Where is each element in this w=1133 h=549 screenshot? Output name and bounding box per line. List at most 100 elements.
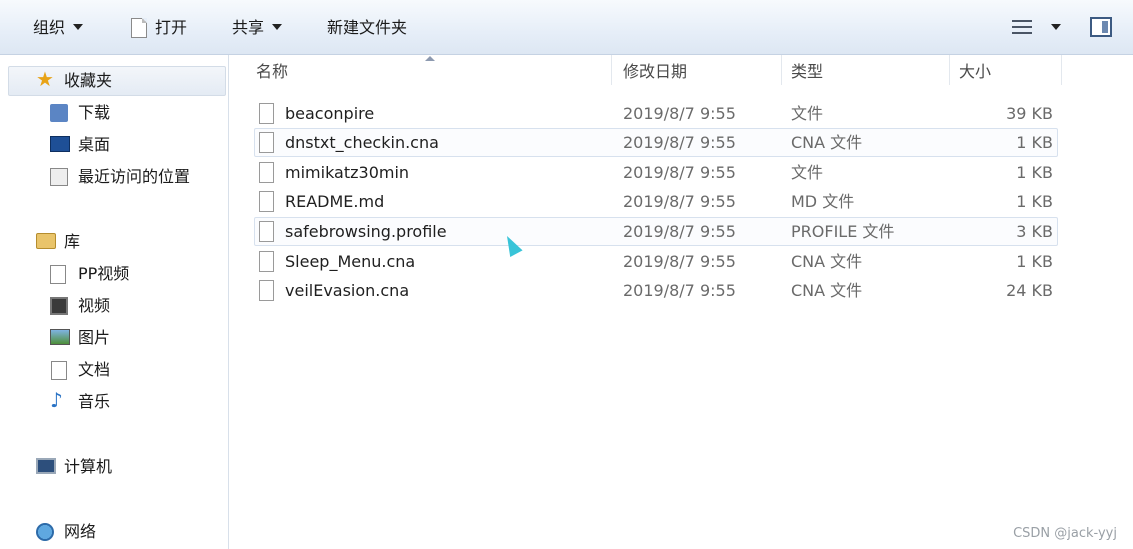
sidebar-item-label: 文档 xyxy=(78,360,111,379)
sidebar-item-label: 音乐 xyxy=(78,392,111,411)
sidebar-item-pp-video[interactable]: PP视频 xyxy=(50,260,129,288)
file-icon xyxy=(259,103,274,124)
sidebar-item-label: 最近访问的位置 xyxy=(78,167,191,186)
column-header-size[interactable]: 大小 xyxy=(959,57,991,87)
sidebar-item-downloads[interactable]: 下载 xyxy=(50,99,110,127)
network-globe-icon xyxy=(36,523,54,541)
file-size: 1 KB xyxy=(1016,133,1053,152)
sidebar-item-pictures[interactable]: 图片 xyxy=(50,324,110,352)
file-row[interactable]: README.md 2019/8/7 9:55 MD 文件 1 KB xyxy=(254,187,1058,216)
file-type: CNA 文件 xyxy=(791,281,863,300)
file-size: 39 KB xyxy=(1006,104,1053,123)
new-folder-label: 新建文件夹 xyxy=(327,18,408,37)
document-icon xyxy=(51,361,67,380)
sidebar-computer-label: 计算机 xyxy=(64,457,113,476)
column-header-type[interactable]: 类型 xyxy=(791,57,823,87)
sort-ascending-icon xyxy=(425,56,435,61)
file-row[interactable]: dnstxt_checkin.cna 2019/8/7 9:55 CNA 文件 … xyxy=(254,128,1058,157)
file-row[interactable]: mimikatz30min 2019/8/7 9:55 文件 1 KB xyxy=(254,158,1058,187)
column-divider[interactable] xyxy=(1061,55,1062,85)
file-icon xyxy=(259,280,274,301)
file-name: README.md xyxy=(285,192,385,211)
sidebar-item-label: PP视频 xyxy=(78,264,130,283)
document-icon xyxy=(50,265,66,284)
file-row[interactable]: beaconpire 2019/8/7 9:55 文件 39 KB xyxy=(254,99,1058,128)
file-type: PROFILE 文件 xyxy=(791,222,895,241)
open-button[interactable]: 打开 xyxy=(131,13,187,43)
column-header-modified[interactable]: 修改日期 xyxy=(623,57,687,87)
sidebar-item-network[interactable]: 网络 xyxy=(36,518,96,546)
picture-icon xyxy=(50,329,70,345)
sidebar-network-label: 网络 xyxy=(64,522,97,541)
file-size: 24 KB xyxy=(1006,281,1053,300)
file-icon xyxy=(259,132,274,153)
file-size: 3 KB xyxy=(1016,222,1053,241)
star-icon: ★ xyxy=(36,67,54,91)
file-modified: 2019/8/7 9:55 xyxy=(623,163,736,182)
desktop-icon xyxy=(50,136,70,152)
file-name: safebrowsing.profile xyxy=(285,222,447,241)
chevron-down-icon xyxy=(272,24,283,30)
sidebar-item-computer[interactable]: 计算机 xyxy=(36,453,112,481)
open-label: 打开 xyxy=(155,18,188,37)
file-modified: 2019/8/7 9:55 xyxy=(623,192,736,211)
chevron-down-icon xyxy=(1051,24,1061,30)
sidebar-favorites-label: 收藏夹 xyxy=(64,71,113,90)
share-button[interactable]: 共享 xyxy=(232,13,283,43)
file-row[interactable]: Sleep_Menu.cna 2019/8/7 9:55 CNA 文件 1 KB xyxy=(254,247,1058,276)
file-modified: 2019/8/7 9:55 xyxy=(623,252,736,271)
sidebar-item-music[interactable]: ♪ 音乐 xyxy=(50,388,110,416)
file-icon xyxy=(259,221,274,242)
video-icon xyxy=(50,297,68,315)
preview-pane-icon[interactable] xyxy=(1090,17,1112,37)
sidebar-item-desktop[interactable]: 桌面 xyxy=(50,131,110,159)
column-divider[interactable] xyxy=(781,55,782,85)
file-type: 文件 xyxy=(791,104,824,123)
music-note-icon: ♪ xyxy=(50,388,63,412)
library-folder-icon xyxy=(36,233,56,249)
file-type: CNA 文件 xyxy=(791,133,863,152)
file-icon xyxy=(259,162,274,183)
file-name: dnstxt_checkin.cna xyxy=(285,133,439,152)
chevron-down-icon xyxy=(73,24,84,30)
file-row[interactable]: safebrowsing.profile 2019/8/7 9:55 PROFI… xyxy=(254,217,1058,246)
file-row[interactable]: veilEvasion.cna 2019/8/7 9:55 CNA 文件 24 … xyxy=(254,276,1058,305)
column-divider[interactable] xyxy=(949,55,950,85)
sidebar-item-favorites[interactable]: ★ 收藏夹 xyxy=(36,67,112,95)
sidebar-item-label: 视频 xyxy=(78,296,111,315)
computer-icon xyxy=(36,458,56,474)
file-list-pane: 名称 修改日期 类型 大小 beaconpire 2019/8/7 9:55 文… xyxy=(230,55,1133,549)
file-type: CNA 文件 xyxy=(791,252,863,271)
sidebar-item-libraries[interactable]: 库 xyxy=(36,228,80,256)
view-dropdown-button[interactable] xyxy=(1043,13,1061,43)
file-name: veilEvasion.cna xyxy=(285,281,410,300)
organize-button[interactable]: 组织 xyxy=(33,13,84,43)
file-size: 1 KB xyxy=(1016,163,1053,182)
file-icon xyxy=(259,251,274,272)
column-header-name[interactable]: 名称 xyxy=(256,57,288,87)
file-modified: 2019/8/7 9:55 xyxy=(623,281,736,300)
sidebar-item-documents[interactable]: 文档 xyxy=(50,356,110,384)
share-label: 共享 xyxy=(232,18,265,37)
file-type: MD 文件 xyxy=(791,192,855,211)
command-bar: 组织 打开 共享 新建文件夹 xyxy=(0,0,1133,55)
view-options-icon[interactable] xyxy=(1012,19,1032,35)
file-size: 1 KB xyxy=(1016,252,1053,271)
recent-places-icon xyxy=(50,168,68,186)
file-size: 1 KB xyxy=(1016,192,1053,211)
navigation-pane: ★ 收藏夹 下载 桌面 最近访问的位置 库 PP视频 视频 图片 文档 ♪ 音乐… xyxy=(0,55,229,549)
sidebar-item-recent-places[interactable]: 最近访问的位置 xyxy=(50,163,190,191)
sidebar-libraries-label: 库 xyxy=(64,232,81,251)
column-divider[interactable] xyxy=(611,55,612,85)
sidebar-item-videos[interactable]: 视频 xyxy=(50,292,110,320)
file-modified: 2019/8/7 9:55 xyxy=(623,104,736,123)
sidebar-item-label: 图片 xyxy=(78,328,111,347)
document-icon xyxy=(131,18,147,38)
file-type: 文件 xyxy=(791,163,824,182)
file-icon xyxy=(259,191,274,212)
download-folder-icon xyxy=(50,104,68,122)
file-name: mimikatz30min xyxy=(285,163,410,182)
sidebar-item-label: 下载 xyxy=(78,103,111,122)
new-folder-button[interactable]: 新建文件夹 xyxy=(327,13,407,43)
organize-label: 组织 xyxy=(33,18,66,37)
